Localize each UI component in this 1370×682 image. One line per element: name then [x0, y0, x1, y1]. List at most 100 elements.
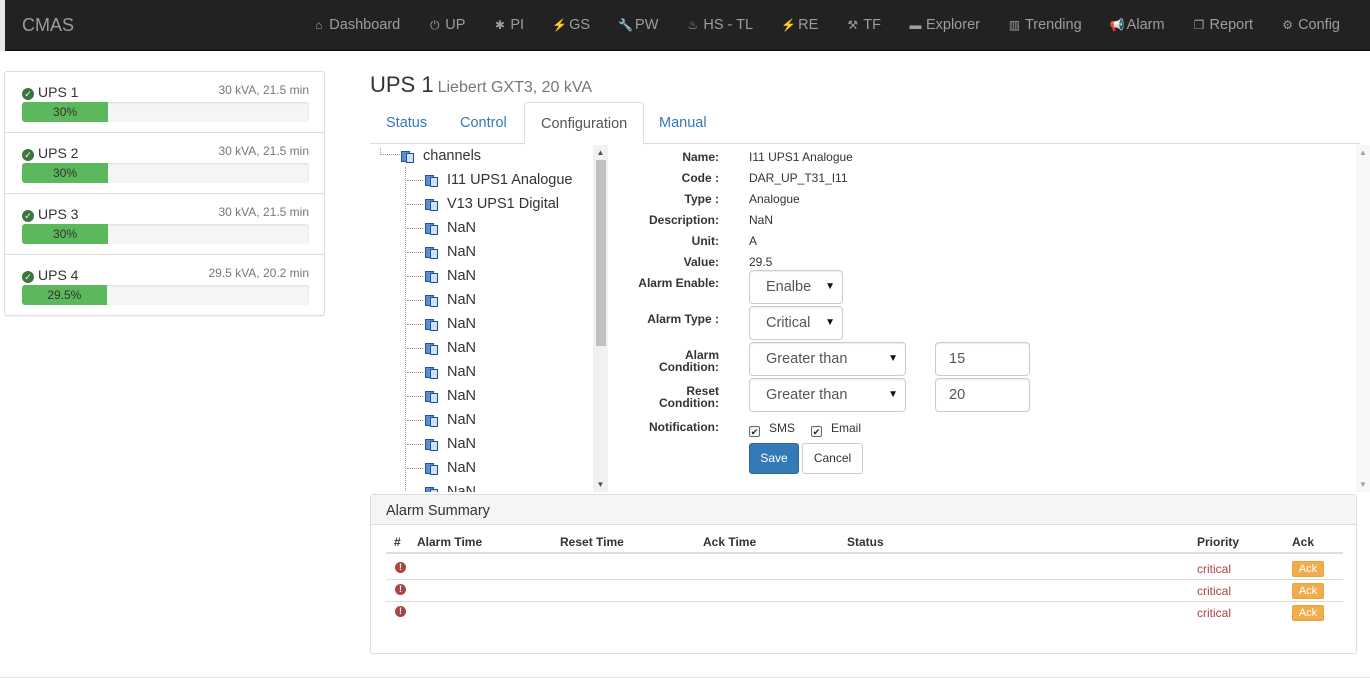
cancel-button[interactable]: Cancel	[802, 443, 863, 474]
sms-checkbox[interactable]: ✔	[749, 426, 760, 437]
tree-connector	[407, 300, 423, 301]
email-checkbox[interactable]: ✔	[811, 426, 822, 437]
tree-root-channels[interactable]: channels	[401, 145, 481, 167]
wand-icon: ⚒	[847, 18, 859, 32]
tree-connector	[407, 348, 423, 349]
reset-condition-select[interactable]: Greater than ▼	[749, 378, 906, 412]
alarm-type-select[interactable]: Critical ▼	[749, 306, 843, 340]
home-icon: ⌂	[315, 18, 323, 32]
channel-node-icon	[425, 318, 438, 331]
tree-item-label: NaN	[447, 388, 477, 404]
table-row: ! critical Ack	[386, 580, 1343, 602]
tree-item[interactable]: NaN	[407, 337, 476, 359]
ups-list-item[interactable]: ✓ UPS 2 30 kVA, 21.5 min 30%	[5, 133, 324, 194]
sms-label: SMS	[769, 421, 796, 435]
tree-item[interactable]: NaN	[425, 481, 476, 492]
tree-connector	[407, 396, 423, 397]
nav-pw[interactable]: 🔧 PW	[604, 0, 672, 50]
nav-label: UP	[445, 17, 466, 33]
nav-pi[interactable]: ✱ PI	[479, 0, 538, 50]
column-header: Ack	[1292, 535, 1315, 549]
tree-item[interactable]: NaN	[407, 217, 476, 239]
channel-tree: channels I11 UPS1 Analogue V13 UPS1 Digi…	[370, 145, 608, 492]
description-value: NaN	[749, 213, 774, 227]
nav-config[interactable]: ⚙ Config	[1267, 0, 1354, 50]
ups-list-panel: ✓ UPS 1 30 kVA, 21.5 min 30% ✓ UPS 2 30 kV…	[4, 71, 325, 316]
save-button[interactable]: Save	[749, 443, 799, 474]
unit-label: Unit:	[691, 234, 719, 248]
tree-item[interactable]: V13 UPS1 Digital	[407, 193, 559, 215]
nav-report[interactable]: ❐ Report	[1179, 0, 1268, 50]
nav-explorer[interactable]: ▬ Explorer	[895, 0, 994, 50]
ups-list-item[interactable]: ✓ UPS 4 29.5 kVA, 20.2 min 29.5%	[5, 255, 324, 316]
type-value: Analogue	[749, 192, 800, 206]
ack-button[interactable]: Ack	[1292, 561, 1324, 577]
ups-list-item[interactable]: ✓ UPS 3 30 kVA, 21.5 min 30%	[5, 194, 324, 255]
nav-dashboard[interactable]: ⌂ Dashboard	[298, 0, 414, 50]
nav-re[interactable]: ⚡ RE	[767, 0, 832, 50]
channel-node-icon	[425, 462, 438, 475]
tree-item-label: NaN	[447, 412, 477, 428]
tree-item[interactable]: NaN	[407, 313, 476, 335]
ups-list-item[interactable]: ✓ UPS 1 30 kVA, 21.5 min 30%	[5, 72, 324, 133]
tab-manual[interactable]: Manual	[643, 102, 723, 144]
tree-item[interactable]: NaN	[407, 361, 476, 383]
ups-progress-bar: 30%	[22, 163, 109, 183]
scroll-up-arrow-icon[interactable]: ▲	[593, 146, 608, 160]
tree-root-label: channels	[423, 148, 482, 164]
alarm-condition-select[interactable]: Greater than ▼	[749, 342, 906, 376]
main-nav: ⌂ Dashboard ⏻ UP ✱ PI ⚡ GS 🔧 PW ♨ HS - TL ⚡ RE …	[298, 0, 1354, 50]
tree-item[interactable]: NaN	[407, 433, 476, 455]
brand-logo[interactable]: CMAS	[22, 15, 74, 36]
tree-item[interactable]: NaN	[407, 265, 476, 287]
alarm-enable-select[interactable]: Enalbe ▼	[749, 270, 843, 304]
tree-item[interactable]: NaN	[407, 241, 476, 263]
nav-gs[interactable]: ⚡ GS	[538, 0, 604, 50]
alarm-enable-label: Alarm Enable:	[638, 276, 719, 290]
power-icon: ⏻	[429, 17, 440, 32]
alarm-threshold-input[interactable]: 15	[935, 342, 1030, 376]
tree-item[interactable]: NaN	[407, 385, 477, 407]
scroll-up-arrow-icon[interactable]: ▲	[1356, 146, 1370, 160]
ack-button[interactable]: Ack	[1292, 583, 1324, 599]
fire-icon: ♨	[687, 18, 699, 32]
tree-item[interactable]: I11 UPS1 Analogue	[407, 169, 573, 191]
tree-connector	[407, 228, 423, 229]
nav-hs-tl[interactable]: ♨ HS - TL	[672, 0, 767, 50]
page-title: UPS 1 Liebert GXT3, 20 kVA	[370, 72, 592, 98]
form-scrollbar[interactable]	[1356, 145, 1370, 492]
copy-icon: ❐	[1193, 18, 1205, 32]
reset-threshold-input[interactable]: 20	[935, 378, 1030, 412]
nav-alarm[interactable]: 📢 Alarm	[1096, 0, 1179, 50]
alarm-condition-label-2: Condition:	[659, 360, 719, 374]
nav-up[interactable]: ⏻ UP	[414, 0, 479, 50]
bar-chart-icon: ▥	[1008, 18, 1021, 32]
ack-button[interactable]: Ack	[1292, 605, 1324, 621]
ups-progress: 30%	[22, 163, 309, 183]
column-header: Alarm Time	[417, 535, 483, 549]
tab-configuration[interactable]: Configuration	[524, 102, 645, 145]
nav-tf[interactable]: ⚒ TF	[832, 0, 895, 50]
page-subtitle: Liebert GXT3, 20 kVA	[437, 79, 593, 96]
alert-icon: !	[395, 584, 406, 595]
ups-name: ✓ UPS 3	[22, 206, 78, 222]
folder-icon: ▬	[909, 18, 922, 32]
nav-label: Dashboard	[329, 17, 401, 33]
reset-condition-selected: Greater than	[766, 387, 848, 403]
scroll-down-arrow-icon[interactable]: ▼	[593, 478, 608, 492]
tree-item[interactable]: NaN	[407, 457, 476, 479]
tree-scrollbar-thumb[interactable]	[596, 160, 606, 346]
nav-trending[interactable]: ▥ Trending	[994, 0, 1096, 50]
ups-meta: 30 kVA, 21.5 min	[218, 144, 310, 158]
scroll-down-arrow-icon[interactable]: ▼	[1356, 478, 1370, 492]
tree-item[interactable]: NaN	[407, 409, 477, 431]
tab-control[interactable]: Control	[444, 102, 523, 144]
ups-progress: 29.5%	[22, 285, 309, 305]
tab-status[interactable]: Status	[370, 102, 443, 144]
channel-node-icon	[425, 390, 438, 403]
channel-node-icon	[425, 342, 438, 355]
nav-label: Explorer	[925, 17, 980, 33]
ok-check-icon: ✓	[22, 271, 34, 283]
tree-item[interactable]: NaN	[407, 289, 476, 311]
nav-label: Report	[1209, 17, 1254, 33]
